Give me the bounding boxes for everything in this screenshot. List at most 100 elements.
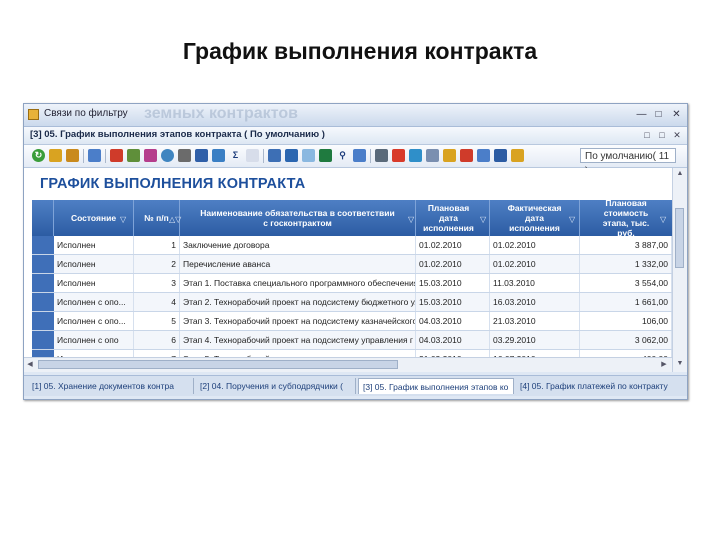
columns-icon[interactable]	[285, 149, 298, 162]
table-row[interactable]: Исполнен с опо... 4 Этап 2. Технорабочий п…	[32, 293, 672, 312]
column-header-plan-date-label: Плановая дата исполнения	[423, 203, 474, 233]
table-row[interactable]: Исполнен 1 Заключение договора 01.02.2010 01…	[32, 236, 672, 255]
scroll-left-icon[interactable]: ◀	[24, 358, 36, 372]
window-title: Связи по фильтру	[44, 108, 128, 119]
table-row[interactable]: Исполнен с опо 6 Этап 4. Технорабочий прое…	[32, 331, 672, 350]
column-header-plan-date[interactable]: Плановая дата исполнения	[416, 200, 490, 236]
vertical-scrollbar[interactable]: ▲ ▼	[672, 168, 687, 372]
cell-num: 2	[134, 255, 180, 273]
cell-name: Этап 2. Технорабочий проект на подсистем…	[180, 293, 416, 311]
column-header-cost[interactable]: Плановая стоимость этапа, тыс. руб.	[580, 198, 672, 238]
tab-schedule[interactable]: [3] 05. График выполнения этапов ко	[358, 378, 514, 394]
cell-plan: 04.03.2010	[416, 331, 490, 349]
app-icon	[28, 109, 39, 120]
cell-fact: 01.02.2010	[490, 236, 580, 254]
cell-cost: 1 661,00	[580, 293, 672, 311]
doc-restore-icon[interactable]: □	[641, 129, 653, 141]
edit-icon[interactable]	[353, 149, 366, 162]
tab-orders[interactable]: [2] 04. Поручения и субподрядчики (	[196, 378, 356, 394]
folder-icon[interactable]	[443, 149, 456, 162]
filter-icon[interactable]: ▽	[408, 215, 414, 224]
filter-icon[interactable]: ▽	[120, 215, 126, 224]
preview-icon[interactable]	[178, 149, 191, 162]
cell-plan: 04.03.2010	[416, 312, 490, 330]
document-header: [3] 05. График выполнения этапов контрак…	[24, 127, 687, 145]
table-icon[interactable]	[246, 149, 259, 162]
table-row[interactable]: Исполнен 2 Перечисление аванса 01.02.2010 01…	[32, 255, 672, 274]
cell-num: 3	[134, 274, 180, 292]
cell-fact: 11.03.2010	[490, 274, 580, 292]
cell-num: 6	[134, 331, 180, 349]
doc-close-icon[interactable]: ✕	[671, 129, 683, 141]
search-icon[interactable]: ⚲	[336, 149, 349, 162]
row-selector[interactable]	[32, 312, 54, 330]
row-selector[interactable]	[32, 236, 54, 254]
chart-icon[interactable]	[477, 149, 490, 162]
cell-num: 5	[134, 312, 180, 330]
save-icon[interactable]	[66, 149, 79, 162]
group-icon[interactable]	[460, 149, 473, 162]
row-selector[interactable]	[32, 293, 54, 311]
grid-body: Исполнен 1 Заключение договора 01.02.2010 01…	[32, 236, 672, 370]
cell-fact: 16.03.2010	[490, 293, 580, 311]
doc-maximize-icon[interactable]: □	[656, 129, 668, 141]
flag-icon[interactable]	[392, 149, 405, 162]
cell-plan: 15.03.2010	[416, 274, 490, 292]
slide-title: График выполнения контракта	[182, 38, 538, 64]
row-selector[interactable]	[32, 255, 54, 273]
grid-header: Состояние ▽ № п/п △▽ Наименование обязат…	[32, 198, 672, 238]
cell-name: Этап 4. Технорабочий проект на подсистем…	[180, 331, 416, 349]
cell-status: Исполнен	[54, 236, 134, 254]
scroll-right-icon[interactable]: ▶	[658, 358, 670, 372]
filter2-icon[interactable]	[494, 149, 507, 162]
scroll-down-icon[interactable]: ▼	[673, 358, 687, 370]
copy-icon[interactable]	[302, 149, 315, 162]
table-row[interactable]: Исполнен 3 Этап 1. Поставка специального п…	[32, 274, 672, 293]
settings-icon[interactable]	[144, 149, 157, 162]
link-icon[interactable]	[426, 149, 439, 162]
document-tabs: [1] 05. Хранение документов контра [2] 0…	[24, 375, 687, 396]
cell-status: Исполнен с опо...	[54, 293, 134, 311]
plugin-icon[interactable]	[511, 149, 524, 162]
scroll-thumb[interactable]	[675, 208, 684, 268]
row-selector[interactable]	[32, 274, 54, 292]
cell-name: Этап 3. Технорабочий проект на подсистем…	[180, 312, 416, 330]
filter-icon[interactable]: ▽	[660, 215, 666, 224]
filter-icon[interactable]: ▽	[480, 215, 486, 224]
cell-plan: 01.02.2010	[416, 255, 490, 273]
cell-cost: 3 554,00	[580, 274, 672, 292]
column-header-status-label: Состояние	[70, 213, 117, 223]
column-header-fact-date[interactable]: Фактическая дата исполнения	[490, 200, 580, 236]
arrow-icon[interactable]	[319, 149, 332, 162]
column-header-name[interactable]: Наименование обязательства в соответстви…	[180, 200, 416, 236]
print-icon[interactable]	[195, 149, 208, 162]
hscroll-thumb[interactable]	[38, 360, 398, 369]
sort-icon[interactable]	[268, 149, 281, 162]
table-row[interactable]: Исполнен с опо... 5 Этап 3. Технорабочий п…	[32, 312, 672, 331]
maximize-icon[interactable]: □	[651, 108, 666, 121]
cell-cost: 1 332,00	[580, 255, 672, 273]
tools-icon[interactable]	[375, 149, 388, 162]
view-selector[interactable]: По умолчанию( 11 )	[580, 148, 676, 177]
list-icon[interactable]	[127, 149, 140, 162]
filter-icon[interactable]	[49, 149, 62, 162]
cell-cost: 106,00	[580, 312, 672, 330]
window-titlebar: земных контрактов Связи по фильтру — □ ✕	[24, 104, 687, 127]
tree-icon[interactable]	[212, 149, 225, 162]
sum-icon[interactable]: Σ	[229, 149, 242, 162]
pin-icon[interactable]	[409, 149, 422, 162]
tab-payments[interactable]: [4] 05. График платежей по контракту	[516, 378, 684, 394]
close-icon[interactable]: ✕	[669, 108, 684, 121]
row-selector[interactable]	[32, 331, 54, 349]
scroll-up-icon[interactable]: ▲	[673, 168, 687, 180]
minimize-icon[interactable]: —	[634, 108, 649, 121]
tab-documents[interactable]: [1] 05. Хранение документов контра	[28, 378, 194, 394]
export-icon[interactable]	[88, 149, 101, 162]
refresh-icon[interactable]: ↻	[32, 149, 45, 162]
report-icon[interactable]	[110, 149, 123, 162]
web-icon[interactable]	[161, 149, 174, 162]
horizontal-scrollbar[interactable]: ◀ ▶	[24, 357, 672, 372]
app-window: земных контрактов Связи по фильтру — □ ✕…	[23, 103, 688, 400]
cell-cost: 3 887,00	[580, 236, 672, 254]
filter-icon[interactable]: ▽	[569, 215, 575, 224]
